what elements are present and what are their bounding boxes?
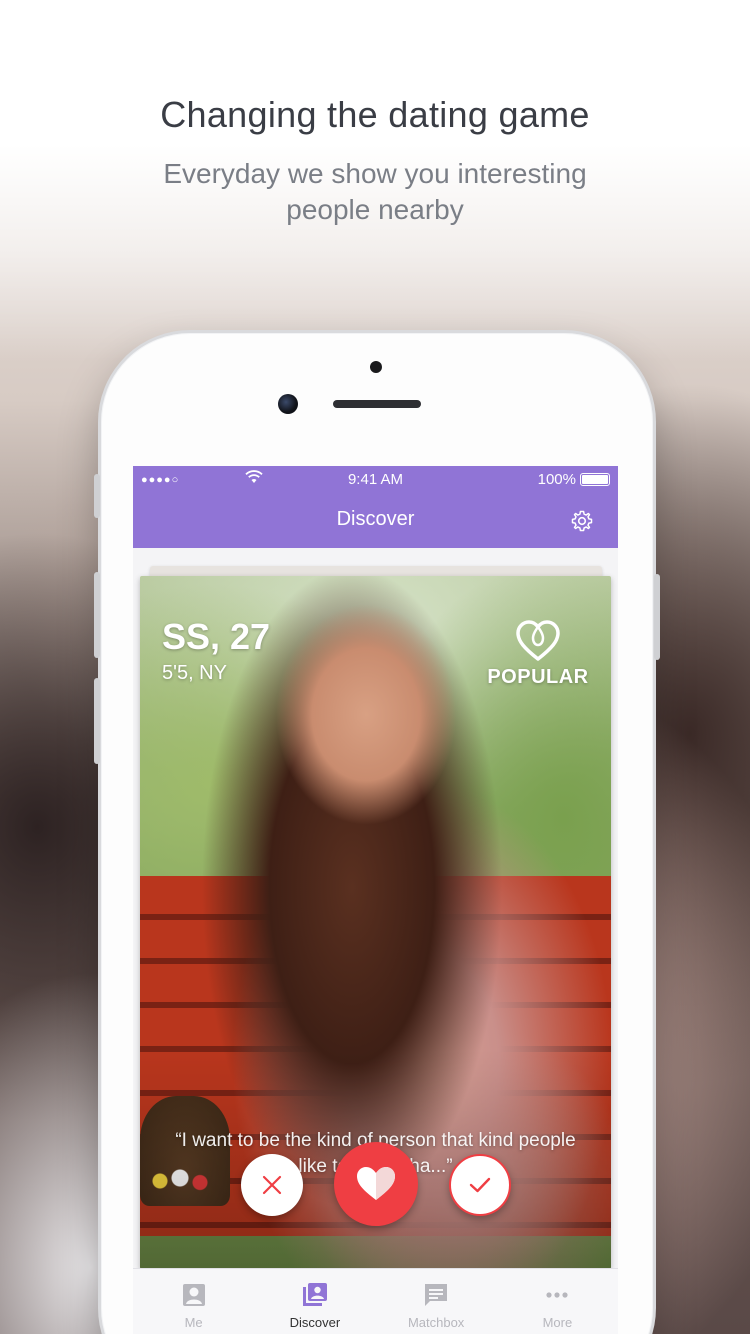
more-icon (546, 1292, 568, 1298)
tab-label-discover: Discover (289, 1315, 341, 1330)
phone-power-button (654, 574, 660, 660)
battery-percent: 100% (537, 471, 576, 488)
chat-icon (425, 1284, 448, 1306)
cards-icon (302, 1283, 327, 1306)
battery-icon (580, 473, 610, 486)
popular-badge: POPULAR (487, 666, 589, 688)
tab-discover[interactable]: Discover (254, 1269, 375, 1334)
close-icon (262, 1175, 282, 1195)
profile-name-age: SS, 27 (162, 616, 271, 657)
app-screen: ●●●●○ 9:41 AM 100% Discover SS, 27 5'5, … (133, 466, 618, 1334)
phone-volume-up (94, 572, 100, 658)
page-title: Discover (336, 508, 415, 530)
nav-bar: Discover (133, 494, 618, 548)
profile-details: 5'5, NY (162, 662, 227, 684)
marketing-headline: Changing the dating game (160, 94, 590, 135)
check-icon (469, 1177, 491, 1193)
tab-label-matchbox: Matchbox (407, 1315, 465, 1330)
tab-me[interactable]: Me (133, 1269, 254, 1334)
gear-icon[interactable] (570, 509, 594, 533)
status-bar: ●●●●○ 9:41 AM 100% (133, 466, 618, 494)
reject-button[interactable] (241, 1154, 303, 1216)
heart-outline-icon (514, 618, 562, 664)
like-button[interactable] (334, 1142, 418, 1226)
tab-more[interactable]: More (497, 1269, 618, 1334)
phone-speaker (333, 400, 421, 408)
tab-bar: Me Discover Matchbox More (133, 1268, 618, 1334)
tab-label-me: Me (184, 1315, 203, 1330)
person-icon (182, 1284, 205, 1306)
phone-camera (278, 394, 298, 414)
phone-mute-switch (94, 474, 100, 518)
phone-sensor (370, 361, 382, 373)
marketing-subline: Everyday we show you interesting people … (163, 158, 587, 225)
phone-volume-down (94, 678, 100, 764)
accept-button[interactable] (449, 1154, 511, 1216)
tab-matchbox[interactable]: Matchbox (376, 1269, 497, 1334)
heart-icon (357, 1167, 395, 1200)
tab-label-more: More (542, 1315, 573, 1330)
